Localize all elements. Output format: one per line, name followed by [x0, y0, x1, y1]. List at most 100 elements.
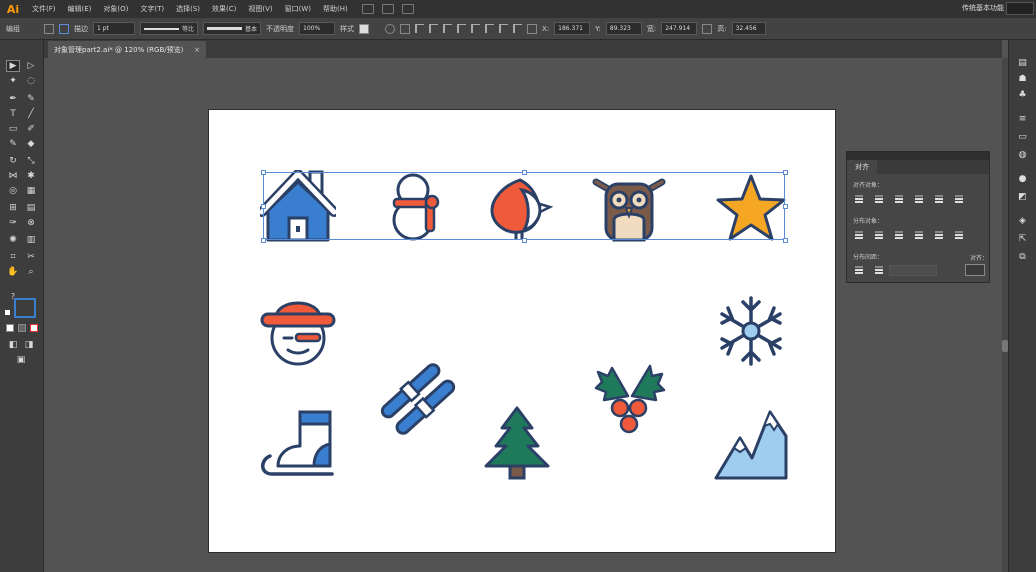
screen-mode-icon[interactable]: ▣	[14, 354, 28, 366]
align-horizontal-center-icon[interactable]	[873, 193, 885, 204]
mesh-tool-icon[interactable]: ⊞	[6, 202, 20, 214]
fill-swatch[interactable]	[44, 23, 54, 34]
appearance-icon[interactable]: ●	[1016, 174, 1029, 184]
variable-width-profile[interactable]: 等比	[140, 22, 198, 35]
align-right-icon[interactable]	[443, 24, 452, 33]
distribute-top-icon[interactable]	[853, 229, 865, 240]
opacity-field[interactable]: 100%	[299, 22, 335, 35]
distribute-horizontal-center-icon[interactable]	[933, 229, 945, 240]
selection-handle-mr[interactable]	[783, 204, 788, 209]
brushes-icon[interactable]: ♣	[1016, 90, 1029, 100]
align-top-icon[interactable]	[913, 193, 925, 204]
stroke-label[interactable]: 描边	[74, 24, 88, 34]
constrain-proportions-icon[interactable]	[702, 23, 713, 34]
align-center-icon[interactable]	[429, 24, 438, 33]
pen-tool-icon[interactable]: ✒	[6, 93, 20, 105]
default-colors-icon[interactable]	[5, 310, 10, 315]
perspective-grid-tool-icon[interactable]: ▦	[24, 185, 38, 197]
menu-view[interactable]: 视图(V)	[242, 4, 278, 14]
tree-icon[interactable]	[482, 404, 552, 480]
transparency-icon[interactable]: ◍	[1016, 150, 1029, 160]
eyedropper-tool-icon[interactable]: ✑	[6, 217, 20, 229]
draw-normal-icon[interactable]: ◧	[6, 339, 20, 351]
align-bottom-icon[interactable]	[485, 24, 494, 33]
rotate-tool-icon[interactable]: ↻	[6, 155, 20, 167]
stock-icon[interactable]	[381, 4, 394, 14]
width-tool-icon[interactable]: ⋈	[6, 170, 20, 182]
properties-icon[interactable]: ▤	[1016, 58, 1029, 68]
menu-file[interactable]: 文件(F)	[26, 4, 62, 14]
distribute-bottom-icon[interactable]	[893, 229, 905, 240]
menu-type[interactable]: 文字(T)	[134, 4, 170, 14]
skate-icon[interactable]	[258, 410, 336, 480]
align-to-dropdown[interactable]	[965, 264, 985, 276]
panel-header[interactable]	[847, 152, 989, 160]
draw-inside-icon[interactable]: ◨	[22, 339, 36, 351]
libraries-icon[interactable]: ☗	[1016, 74, 1029, 84]
selection-bounding-box[interactable]	[263, 172, 785, 240]
distribute-right-icon[interactable]	[953, 229, 965, 240]
line-tool-icon[interactable]: ╱	[24, 108, 38, 120]
snowman-head-icon[interactable]	[258, 292, 338, 368]
align-left-icon[interactable]	[853, 193, 865, 204]
stroke-panel-icon[interactable]: ≡	[1016, 114, 1029, 124]
lasso-tool-icon[interactable]: ◌	[24, 75, 38, 87]
align-middle-icon[interactable]	[471, 24, 480, 33]
selection-handle-tm[interactable]	[522, 170, 527, 175]
selection-handle-ml[interactable]	[261, 204, 266, 209]
horizontal-distribute-space-icon[interactable]	[873, 264, 885, 275]
reference-point-icon[interactable]	[527, 23, 537, 34]
stroke-weight-field[interactable]: 1 pt	[93, 22, 135, 35]
selection-handle-bl[interactable]	[261, 238, 266, 243]
snowflake-icon[interactable]	[714, 294, 788, 368]
height-field[interactable]: 32.456	[731, 22, 766, 35]
arrange-documents-icon[interactable]	[401, 4, 414, 14]
align-bottom-icon[interactable]	[953, 193, 965, 204]
distribute-vertical-center-icon[interactable]	[873, 229, 885, 240]
ski-icon[interactable]	[380, 362, 456, 436]
selection-tool-icon[interactable]: ▶	[6, 60, 20, 72]
gradient-tool-icon[interactable]: ▤	[24, 202, 38, 214]
column-graph-tool-icon[interactable]: ▥	[24, 234, 38, 246]
distribute-h-icon[interactable]	[513, 24, 522, 33]
workspace-switcher[interactable]: 传统基本功能	[962, 3, 1004, 13]
mountain-icon[interactable]	[712, 406, 790, 484]
document-tab[interactable]: 对象管理part2.ai* @ 120% (RGB/预览) ×	[48, 41, 206, 58]
scale-tool-icon[interactable]: ⤡	[24, 155, 38, 167]
rectangle-tool-icon[interactable]: ▭	[6, 123, 20, 135]
width-field[interactable]: 247.914	[661, 22, 698, 35]
shaper-tool-icon[interactable]: ✎	[6, 138, 20, 150]
menu-effect[interactable]: 效果(C)	[206, 4, 242, 14]
eraser-tool-icon[interactable]: ◆	[24, 138, 38, 150]
none-mode-icon[interactable]	[30, 324, 38, 332]
slice-tool-icon[interactable]: ✂	[24, 251, 38, 263]
blend-tool-icon[interactable]: ⊗	[24, 217, 38, 229]
selection-handle-tl[interactable]	[261, 170, 266, 175]
search-input[interactable]	[1006, 2, 1034, 15]
artboard-tool-icon[interactable]: ⌗	[6, 251, 20, 263]
align-right-icon[interactable]	[893, 193, 905, 204]
y-field[interactable]: 89.323	[605, 22, 642, 35]
hand-tool-icon[interactable]: ✋	[6, 266, 20, 278]
menu-edit[interactable]: 编辑(E)	[62, 4, 98, 14]
gradient-mode-icon[interactable]	[18, 324, 26, 332]
graphic-style-swatch[interactable]	[359, 23, 369, 34]
menu-window[interactable]: 窗口(W)	[279, 4, 317, 14]
magic-wand-tool-icon[interactable]: ✦	[6, 75, 20, 87]
distribute-icon[interactable]	[499, 24, 508, 33]
curvature-tool-icon[interactable]: ✎	[24, 93, 38, 105]
distribute-left-icon[interactable]	[913, 229, 925, 240]
selection-handle-tr[interactable]	[783, 170, 788, 175]
selection-handle-br[interactable]	[783, 238, 788, 243]
symbol-sprayer-tool-icon[interactable]: ✺	[6, 234, 20, 246]
align-left-icon[interactable]	[415, 24, 424, 33]
align-top-icon[interactable]	[457, 24, 466, 33]
graphic-styles-icon[interactable]: ◩	[1016, 192, 1029, 202]
shape-builder-tool-icon[interactable]: ◎	[6, 185, 20, 197]
puppet-warp-tool-icon[interactable]: ✱	[24, 170, 38, 182]
paintbrush-tool-icon[interactable]: ✐	[24, 123, 38, 135]
layers-icon[interactable]: ◈	[1016, 216, 1029, 226]
zoom-tool-icon[interactable]: ⌕	[24, 266, 38, 278]
selection-handle-bm[interactable]	[522, 238, 527, 243]
type-tool-icon[interactable]: T	[6, 108, 20, 120]
